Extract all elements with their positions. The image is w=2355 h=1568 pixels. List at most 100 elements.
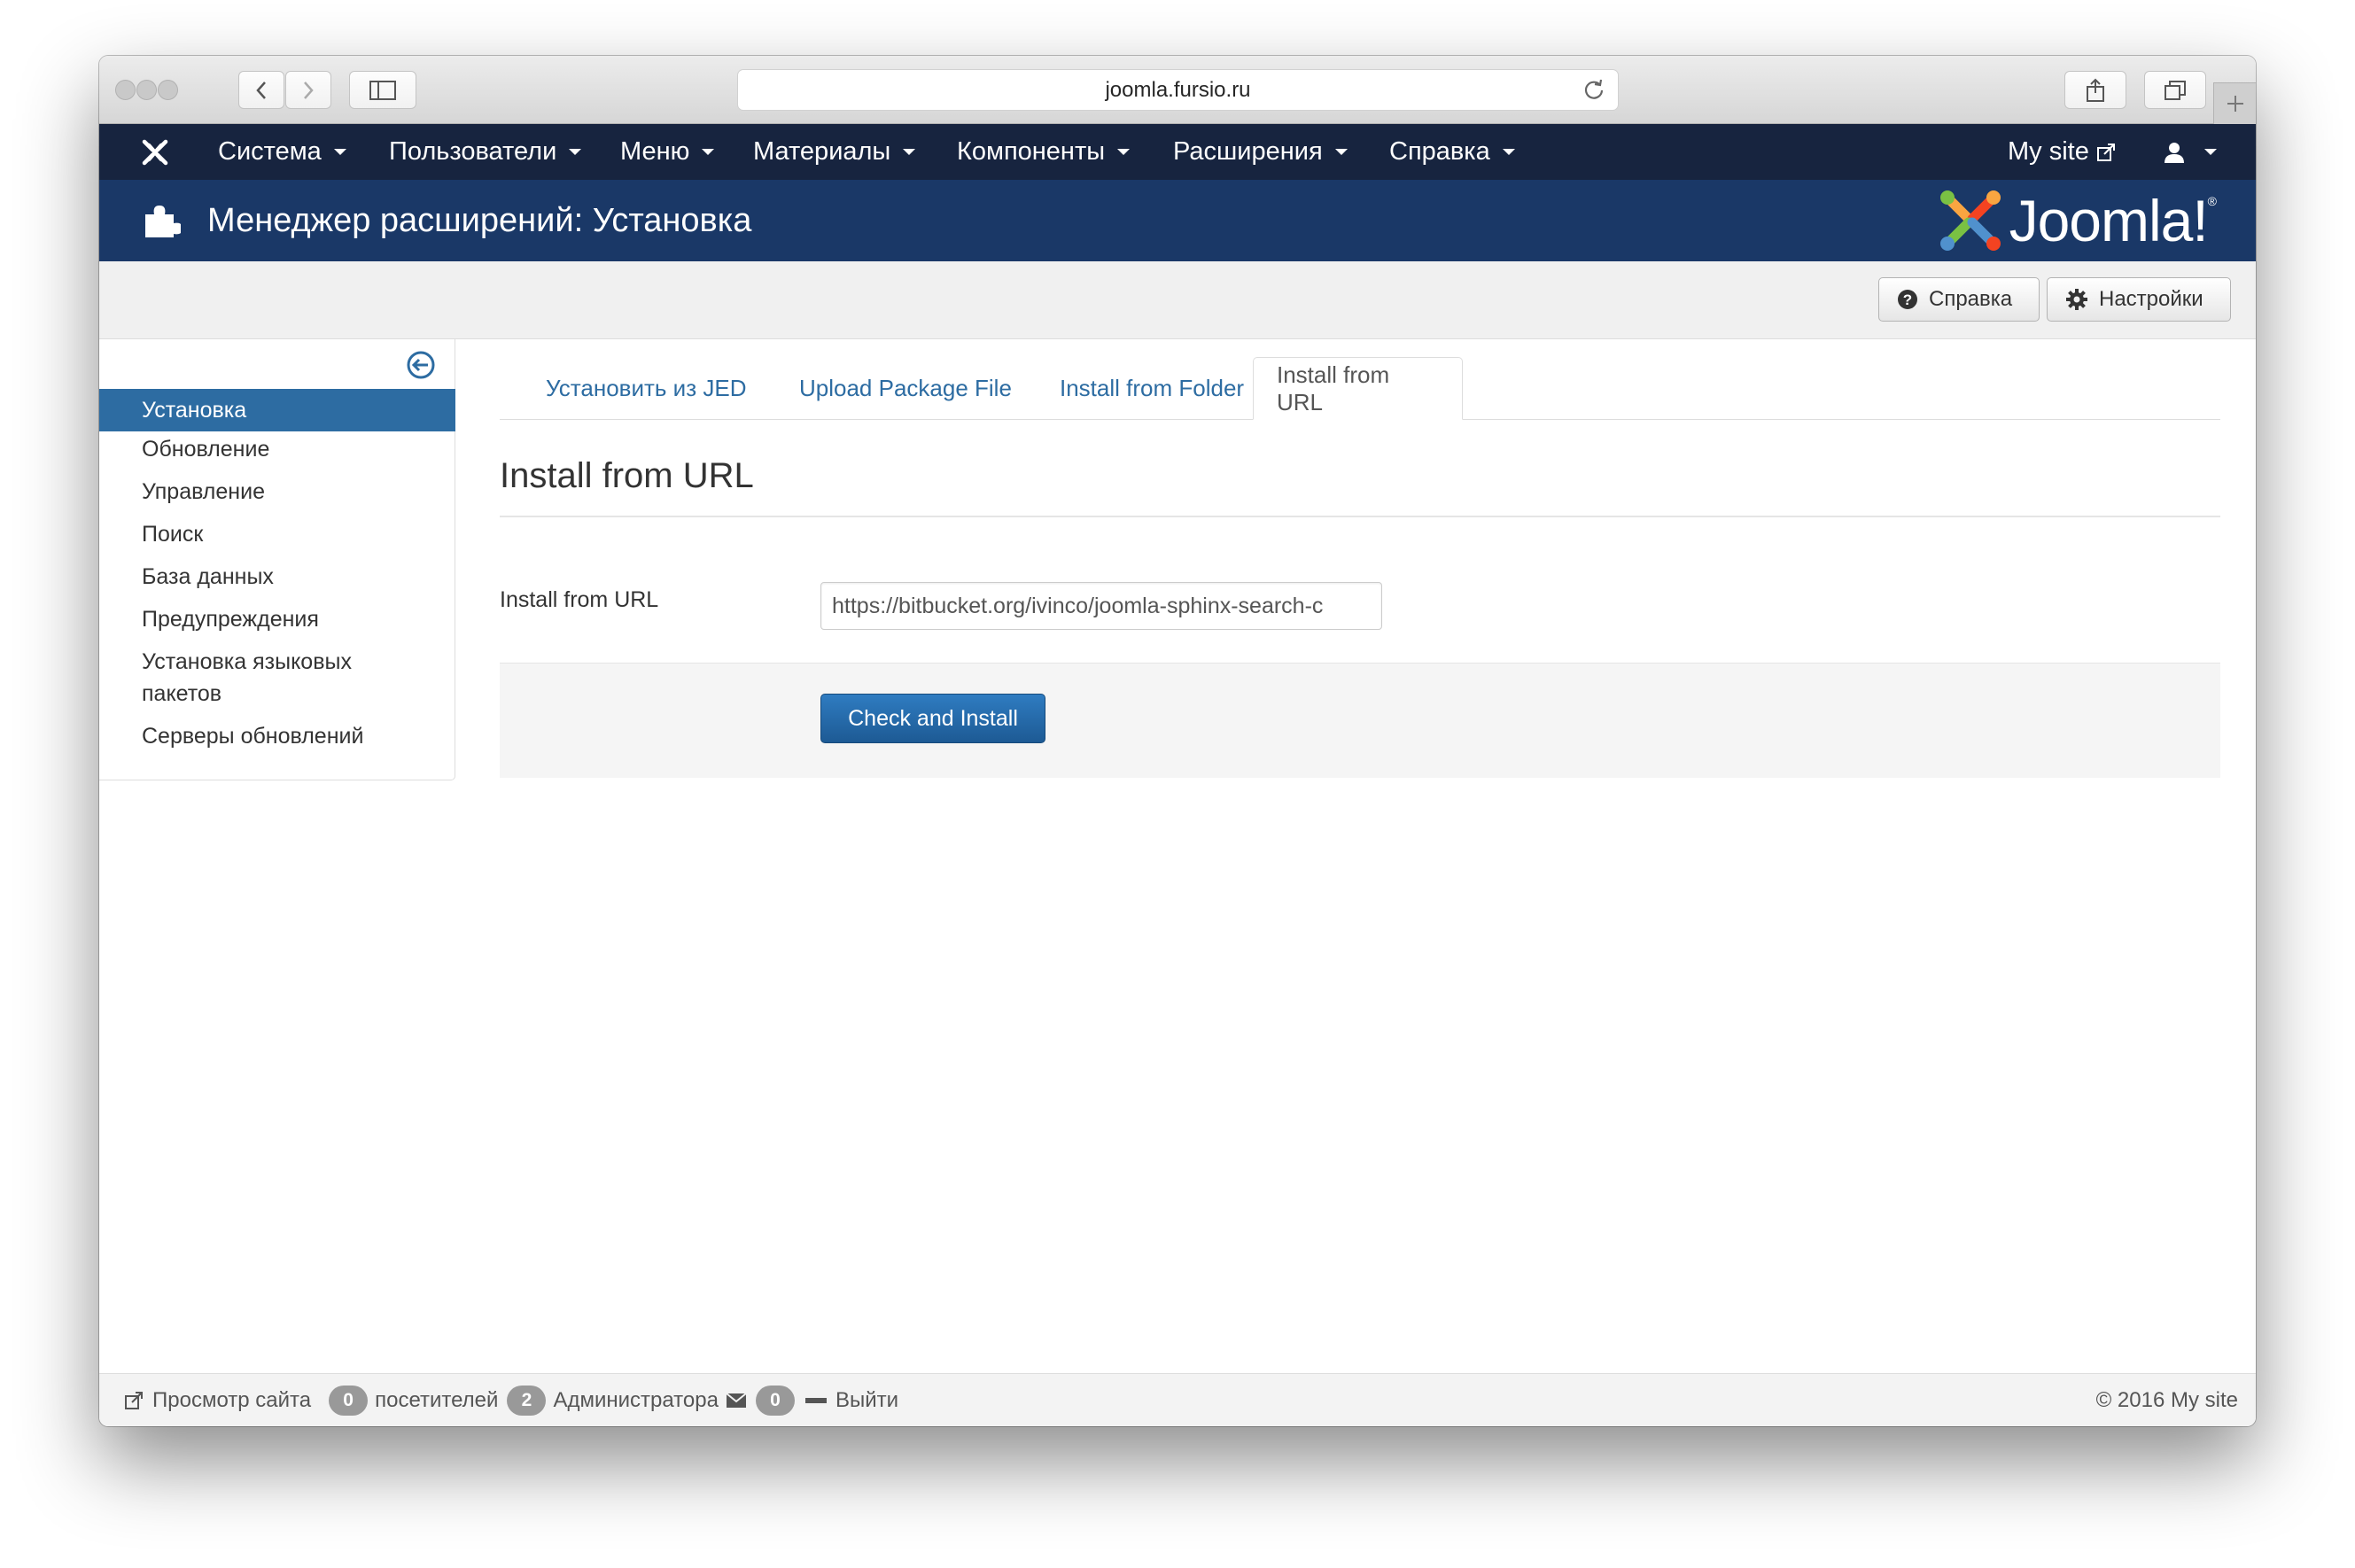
reload-icon[interactable] bbox=[1582, 78, 1605, 101]
sidebar-item-languages[interactable]: Установка языковых пакетов bbox=[99, 646, 455, 710]
visitors-count-badge: 0 bbox=[329, 1385, 369, 1416]
new-tab-button[interactable] bbox=[2213, 82, 2256, 124]
tab-label: Установить из JED bbox=[546, 375, 747, 401]
sidebar-item-label-line2: пакетов bbox=[142, 681, 222, 706]
collapse-sidebar-icon[interactable] bbox=[406, 350, 436, 380]
external-link-icon bbox=[2096, 143, 2115, 161]
sidebar-item-warnings[interactable]: Предупреждения bbox=[99, 603, 455, 635]
menu-menus[interactable]: Меню bbox=[620, 124, 715, 180]
logout-label: Выйти bbox=[835, 1387, 899, 1412]
address-text: joomla.fursio.ru bbox=[1105, 77, 1251, 102]
sidebar-item-label: Управление bbox=[142, 479, 265, 504]
menu-components-label: Компоненты bbox=[957, 137, 1106, 166]
sidebar-item-label: Предупреждения bbox=[142, 607, 319, 632]
menu-system[interactable]: Система bbox=[218, 124, 346, 180]
puzzle-icon bbox=[145, 206, 181, 237]
my-site-label: My site bbox=[2008, 137, 2089, 166]
caret-down-icon bbox=[903, 149, 916, 155]
user-icon bbox=[2165, 142, 2184, 163]
sidebar-icon bbox=[369, 80, 396, 100]
messages-count-badge: 0 bbox=[755, 1385, 795, 1416]
menu-extensions-label: Расширения bbox=[1173, 137, 1323, 166]
menu-system-label: Система bbox=[218, 137, 322, 166]
caret-down-icon bbox=[1502, 149, 1515, 155]
plus-icon bbox=[2227, 96, 2243, 112]
help-button-label: Справка bbox=[1929, 287, 2013, 311]
address-bar[interactable]: joomla.fursio.ru bbox=[737, 69, 1619, 111]
tab-label: Install from URL bbox=[1277, 361, 1390, 415]
sidebar-item-discover[interactable]: Поиск bbox=[99, 518, 455, 550]
browser-window: joomla.fursio.ru Система Пользователи Ме… bbox=[99, 56, 2256, 1426]
sidebar-item-update-sites[interactable]: Серверы обновлений bbox=[99, 720, 455, 752]
joomla-logo-icon[interactable] bbox=[140, 137, 170, 167]
share-icon bbox=[2087, 78, 2104, 102]
check-and-install-button[interactable]: Check and Install bbox=[820, 694, 1045, 743]
menu-content[interactable]: Материалы bbox=[753, 124, 916, 180]
tab-install-from-url[interactable]: Install from URL bbox=[1253, 357, 1463, 420]
sidebar-item-label: Обновление bbox=[142, 437, 270, 462]
gear-icon bbox=[2066, 289, 2087, 310]
menu-extensions[interactable]: Расширения bbox=[1173, 124, 1348, 180]
menu-users[interactable]: Пользователи bbox=[389, 124, 582, 180]
menu-menus-label: Меню bbox=[620, 137, 690, 166]
tabs-overview-button[interactable] bbox=[2144, 71, 2206, 109]
visitors-label: посетителей bbox=[375, 1387, 499, 1412]
registered-mark: ® bbox=[2207, 194, 2217, 208]
check-and-install-label: Check and Install bbox=[848, 705, 1018, 731]
sidebar-item-manage[interactable]: Управление bbox=[99, 476, 455, 508]
caret-down-icon bbox=[1334, 149, 1348, 155]
messages-status[interactable]: 0 bbox=[726, 1385, 795, 1416]
admins-count-badge: 2 bbox=[507, 1385, 547, 1416]
tabs-icon bbox=[2165, 80, 2186, 100]
tab-label: Install from Folder bbox=[1060, 375, 1245, 401]
logout-link[interactable]: Выйти bbox=[804, 1387, 899, 1413]
options-button[interactable]: Настройки bbox=[2047, 277, 2231, 322]
tab-install-from-jed[interactable]: Установить из JED bbox=[523, 357, 769, 420]
view-site-link[interactable]: Просмотр сайта bbox=[124, 1388, 311, 1413]
menu-help-label: Справка bbox=[1389, 137, 1490, 166]
copyright: © 2016 My site bbox=[2095, 1388, 2238, 1412]
view-site-label: Просмотр сайта bbox=[152, 1387, 312, 1412]
page-header: Менеджер расширений: Установка Joomla! ® bbox=[99, 180, 2256, 261]
sidebar-item-label: База данных bbox=[142, 564, 274, 589]
envelope-icon bbox=[726, 1392, 747, 1408]
my-site-link[interactable]: My site bbox=[2008, 124, 2116, 180]
caret-down-icon bbox=[1117, 149, 1131, 155]
admins-status: 2 Администратора bbox=[507, 1385, 719, 1416]
external-link-icon bbox=[125, 1391, 143, 1409]
options-button-label: Настройки bbox=[2099, 287, 2203, 311]
tab-upload-package[interactable]: Upload Package File bbox=[776, 357, 1035, 420]
joomla-brand-logo: Joomla! ® bbox=[1937, 187, 2217, 254]
menu-help[interactable]: Справка bbox=[1389, 124, 1515, 180]
sidebar-item-label: Поиск bbox=[142, 522, 204, 547]
chevron-left-icon bbox=[256, 81, 266, 99]
install-url-input[interactable] bbox=[820, 582, 1382, 630]
joomla-logo-icon bbox=[1939, 190, 2001, 251]
menu-users-label: Пользователи bbox=[389, 137, 557, 166]
tab-install-from-folder[interactable]: Install from Folder bbox=[1037, 357, 1267, 420]
sidebar-item-label: Установка bbox=[142, 398, 247, 423]
brand-text: Joomla! bbox=[2009, 188, 2209, 253]
share-button[interactable] bbox=[2064, 71, 2126, 109]
toolbar: ? Справка Настройки bbox=[99, 261, 2256, 339]
forward-button[interactable] bbox=[285, 71, 331, 109]
back-button[interactable] bbox=[238, 71, 284, 109]
url-field-label: Install from URL bbox=[500, 587, 659, 612]
sidebar-toggle-button[interactable] bbox=[349, 71, 416, 109]
menu-content-label: Материалы bbox=[753, 137, 891, 166]
close-window-button[interactable] bbox=[115, 80, 136, 100]
help-button[interactable]: ? Справка bbox=[1878, 277, 2040, 322]
sidebar-item-database[interactable]: База данных bbox=[99, 561, 455, 593]
admin-navbar: Система Пользователи Меню Материалы Комп… bbox=[99, 124, 2256, 180]
sidebar-item-update[interactable]: Обновление bbox=[99, 433, 455, 465]
user-menu[interactable] bbox=[2164, 124, 2217, 180]
minimize-window-button[interactable] bbox=[136, 80, 157, 100]
visitors-status: 0 посетителей bbox=[329, 1385, 499, 1416]
sidebar-item-label: Серверы обновлений bbox=[142, 724, 364, 749]
section-title: Install from URL bbox=[500, 456, 754, 495]
caret-down-icon bbox=[702, 149, 715, 155]
zoom-window-button[interactable] bbox=[158, 80, 178, 100]
menu-components[interactable]: Компоненты bbox=[957, 124, 1131, 180]
sidebar-item-install[interactable]: Установка bbox=[99, 389, 455, 431]
form-actions bbox=[500, 663, 2220, 778]
